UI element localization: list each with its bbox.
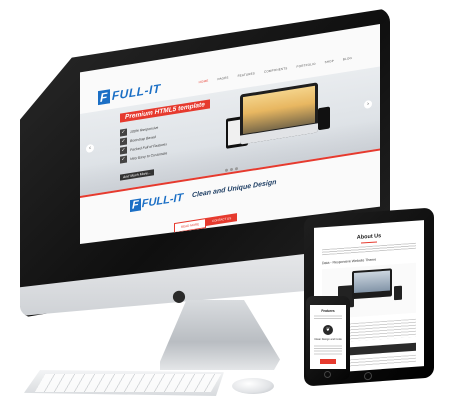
phone-intro-text [314,315,342,320]
mouse [232,378,274,394]
check-icon: ✓ [120,128,127,137]
menu-item-home[interactable]: HOME [199,79,209,85]
check-icon: ✓ [120,155,127,164]
keyboard-keys [34,374,222,392]
apple-icon: ● [172,286,186,305]
hero-phone-image [318,106,330,131]
menu-item-features[interactable]: FEATURES [238,71,255,78]
menu-item-components[interactable]: COMPONENTS [264,66,288,74]
check-icon: ✓ [120,146,127,155]
check-icon: ✓ [120,137,127,146]
more-button[interactable]: And Much More... [120,169,154,181]
phone-cta-button[interactable] [320,359,336,364]
tablet-subtitle: Data - Responsive Website Theme [322,257,377,266]
phone-screen: Features ❦ Clean Design and Code [310,305,346,369]
device-mockup-scene: ● F FULL-IT HOME PAGES FEATURES COMPONENT… [0,0,450,409]
site-logo[interactable]: F FULL-IT [98,81,161,106]
logo-text: FULL-IT [141,191,184,211]
phone-subtitle: Clean Design and Code [314,338,342,341]
menu-item-blog[interactable]: BLOG [343,56,352,61]
device-phone-graphic [394,285,402,301]
menu-item-portfolio[interactable]: PORTFOLIO [297,62,316,69]
phone-page-title: Features [321,309,335,313]
phone-device: Features ❦ Clean Design and Code [306,296,350,380]
feature-text: Bootstrap Based [130,134,156,143]
logo-mark: F [130,198,141,213]
tablet-intro-text [322,242,416,256]
menu-item-pages[interactable]: PAGES [217,75,228,81]
title-underline [361,241,377,244]
leaf-icon: ❦ [323,325,333,335]
feature-list: ✓ 100% Responsive ✓ Bootstrap Based ✓ Packe… [120,122,167,183]
contact-us-button[interactable]: CONTACT US [206,213,238,227]
tablet-home-button[interactable] [364,371,372,381]
menu-item-shop[interactable]: SHOP [325,59,334,64]
logo-mark: F [98,89,110,106]
device-monitor-graphic [352,268,392,300]
logo-text: FULL-IT [111,81,161,103]
phone-home-button[interactable] [324,371,331,378]
phone-paragraph [314,345,342,355]
